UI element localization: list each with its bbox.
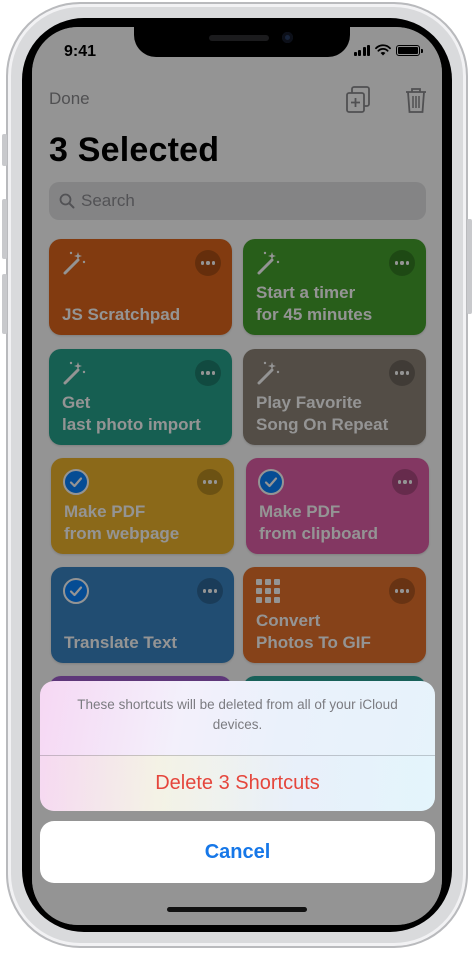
status-icons bbox=[353, 44, 423, 56]
mute-switch bbox=[2, 134, 7, 166]
status-time: 9:41 bbox=[64, 43, 97, 60]
side-button bbox=[467, 219, 472, 314]
cellular-signal-icon bbox=[353, 44, 370, 56]
volume-down-button bbox=[2, 274, 7, 334]
home-indicator[interactable] bbox=[167, 907, 307, 912]
delete-shortcuts-button[interactable]: Delete 3 Shortcuts bbox=[40, 756, 435, 811]
battery-icon bbox=[396, 44, 423, 56]
screen: 9:41 Done 3 Selected Search JS Scratchpa… bbox=[32, 27, 442, 925]
cancel-button[interactable]: Cancel bbox=[40, 821, 435, 883]
action-sheet-message: These shortcuts will be deleted from all… bbox=[77, 697, 398, 732]
wifi-icon bbox=[375, 44, 391, 56]
volume-up-button bbox=[2, 199, 7, 259]
notch bbox=[134, 27, 350, 57]
camera-icon bbox=[282, 32, 293, 43]
action-sheet: These shortcuts will be deleted from all… bbox=[40, 681, 435, 811]
speaker bbox=[209, 35, 269, 41]
